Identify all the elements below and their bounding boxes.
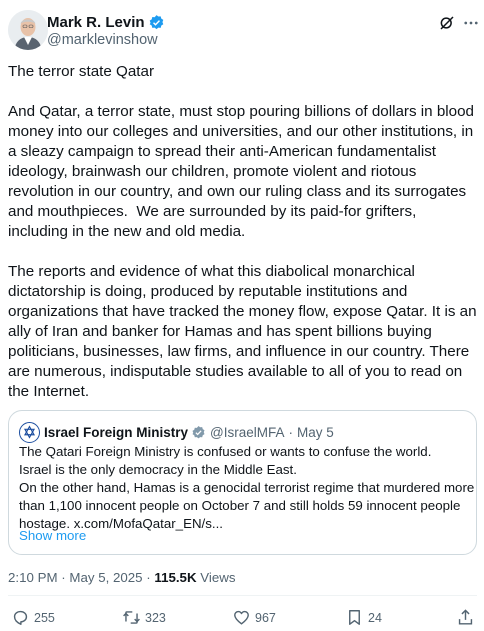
reply-icon [13,610,28,625]
author-name-row: Mark R. Levin [47,14,165,31]
tweet-time[interactable]: 2:10 PM [8,570,58,585]
meta-separator: · [61,570,66,585]
tweet-date[interactable]: May 5, 2025 [69,570,142,585]
bookmark-button[interactable]: 24 [345,608,382,627]
divider [8,595,477,596]
bookmark-count: 24 [368,610,382,625]
quote-text: The Qatari Foreign Ministry is confused … [19,443,475,533]
action-bar: 255 323 967 24 [0,608,484,630]
verified-badge-icon [148,14,165,31]
views-label: Views [200,570,236,585]
author-name[interactable]: Mark R. Levin [47,14,145,31]
quote-author-handle: @IsraelMFA [210,425,285,440]
meta-separator: · [146,570,151,585]
repost-button[interactable]: 323 [122,608,166,627]
grok-icon[interactable] [438,14,456,32]
views-count: 115.5K [154,570,197,585]
quote-line: Israel is the only democracy in the Midd… [19,462,297,477]
bookmark-icon [349,610,360,625]
share-icon [458,609,473,625]
author-avatar[interactable] [8,10,48,50]
quote-timestamp: May 5 [297,425,334,440]
repost-count: 323 [145,610,166,625]
quote-author-name: Israel Foreign Ministry [44,425,189,440]
repost-icon [123,611,140,624]
tweet-text: The terror state Qatar And Qatar, a terr… [8,63,477,400]
like-count: 967 [255,610,276,625]
quote-line: than 1,100 innocent people on October 7 … [19,498,461,513]
like-button[interactable]: 967 [232,608,276,627]
author-handle[interactable]: @marklevinshow [47,32,158,48]
show-more-link[interactable]: Show more [19,528,86,543]
quote-header: Israel Foreign Ministry @IsraelMFA · May… [19,422,334,443]
tweet-header: Mark R. Levin @marklevinshow [8,10,478,54]
reply-button[interactable]: 255 [11,608,55,627]
heart-icon [234,610,249,625]
gray-verified-badge-icon [191,425,206,440]
more-icon[interactable] [462,14,480,32]
tweet-meta: 2:10 PM · May 5, 2025 · 115.5K Views [8,570,236,585]
quote-line: hostage. x.com/MofaQatar_EN/s... [19,516,223,531]
quote-line: The Qatari Foreign Ministry is confused … [19,444,432,459]
quote-separator: · [288,425,294,440]
reply-count: 255 [34,610,55,625]
quote-avatar [19,422,40,443]
share-button[interactable] [456,608,479,627]
quote-line: On the other hand, Hamas is a genocidal … [19,480,475,495]
quoted-tweet[interactable]: Israel Foreign Ministry @IsraelMFA · May… [8,410,477,555]
